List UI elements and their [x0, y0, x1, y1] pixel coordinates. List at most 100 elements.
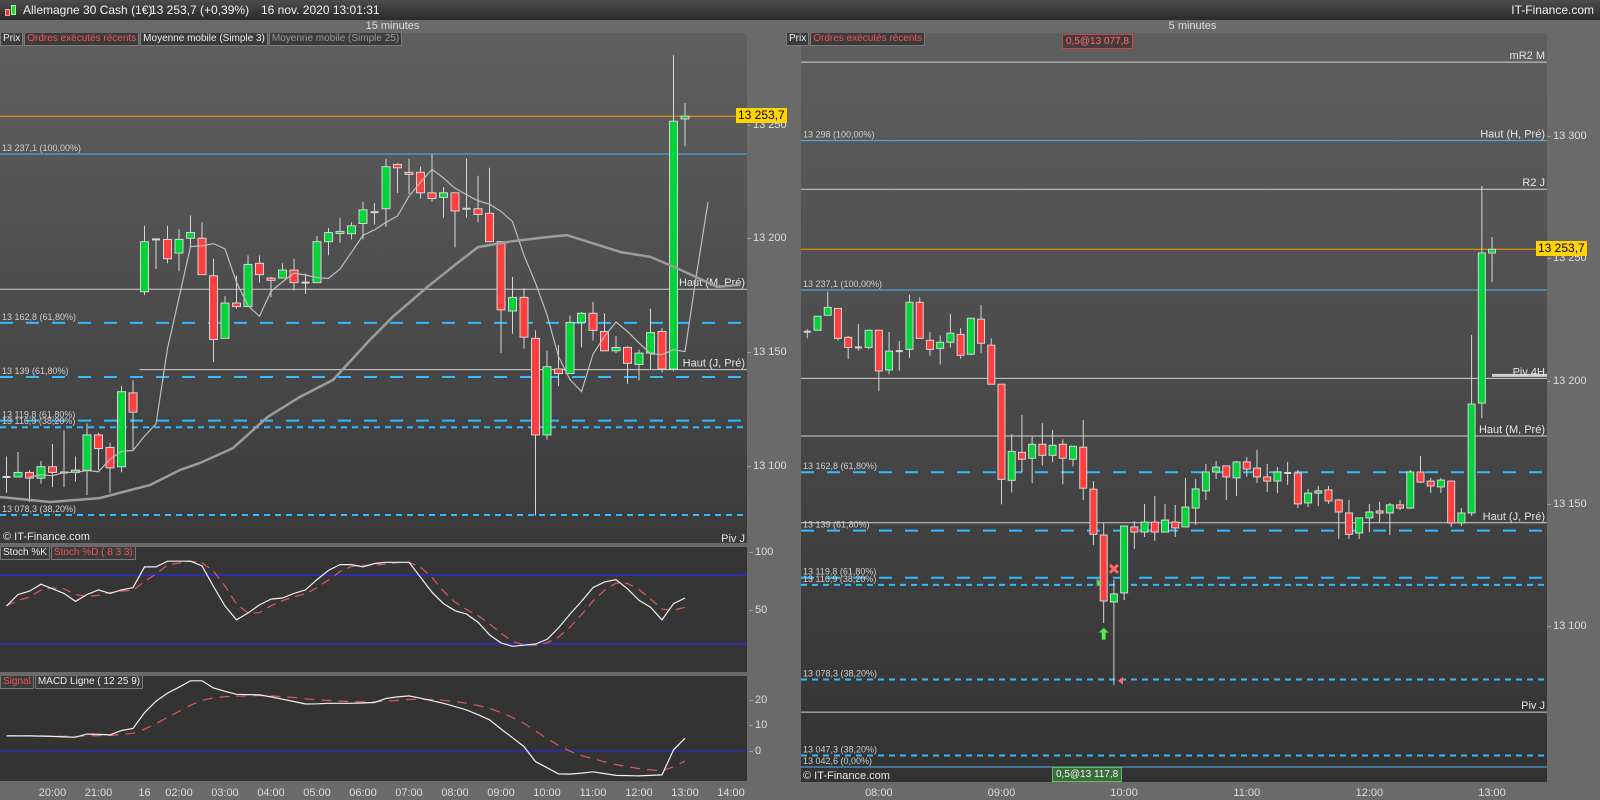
- candle: [1344, 499, 1353, 539]
- candle-body-up: [1385, 504, 1394, 514]
- legend-prix[interactable]: Prix: [0, 33, 24, 46]
- candle: [956, 328, 965, 359]
- candle: [71, 456, 80, 482]
- candlestick-app-icon: [4, 4, 18, 17]
- trade-exit-label[interactable]: 0,5@13 077,8: [1062, 34, 1133, 49]
- candle: [634, 349, 644, 381]
- candle: [565, 315, 575, 375]
- macd-canvas: [0, 680, 747, 777]
- candle: [1467, 334, 1476, 516]
- trade-entry-label[interactable]: 0,5@13 117,8: [1052, 767, 1123, 782]
- candle-body-up: [381, 166, 391, 210]
- candle: [577, 312, 586, 348]
- candle-body-down: [657, 330, 667, 370]
- candle: [531, 330, 540, 516]
- candle: [1375, 501, 1384, 523]
- candle: [197, 222, 207, 276]
- legend-stoch-d[interactable]: Stoch %D ( 8 3 3): [50, 547, 136, 560]
- legend-signal[interactable]: Signal: [0, 676, 34, 689]
- candle-body-up: [117, 391, 126, 468]
- candle: [519, 288, 529, 349]
- legend-recent-orders[interactable]: Ordres exécutés récents: [810, 33, 926, 46]
- candle-body-up: [1477, 252, 1486, 404]
- candle-body-down: [1324, 489, 1333, 502]
- legend-prix[interactable]: Prix: [786, 33, 810, 46]
- candle: [163, 225, 172, 264]
- level-label: 13 116,9 (38,20%): [803, 574, 876, 584]
- current-price-tag: 13 253,7: [1536, 241, 1587, 257]
- candle: [1069, 445, 1078, 467]
- candle-body-up: [82, 434, 92, 471]
- candle-body-down: [833, 307, 842, 339]
- level-label: 13 139 (61,80%): [803, 520, 870, 530]
- candle: [128, 380, 138, 450]
- candle: [36, 461, 46, 484]
- candle-body-down: [1099, 534, 1108, 602]
- candle: [874, 329, 883, 391]
- x-axis-label: 14:00: [717, 787, 745, 799]
- candle-body-down: [1038, 443, 1047, 456]
- y-axis-label: 13 200: [1553, 375, 1587, 387]
- candle-body-down: [450, 192, 460, 212]
- stochastic-panel[interactable]: Stoch %K Stoch %D ( 8 3 3): [0, 547, 747, 672]
- candle-body-up: [1304, 492, 1313, 504]
- candle-body-down: [1089, 488, 1098, 535]
- level-label: 13 116,9 (38,20%): [2, 416, 75, 426]
- level-label: Piv 4H: [1513, 366, 1545, 378]
- right-price-chart-canvas: mR2 M 13 298 (100,00%) Haut (H, Pré) R2 J 13…: [801, 50, 1547, 768]
- candle: [1488, 237, 1497, 282]
- stochastic-canvas: [0, 560, 747, 647]
- stoch-d-line: [6, 560, 686, 646]
- level-label: 13 162,8 (61,80%): [2, 312, 76, 322]
- candle-body-down: [997, 383, 1006, 480]
- candle: [1222, 465, 1231, 500]
- candle-body-up: [1161, 519, 1169, 533]
- candle-body-up: [1181, 506, 1190, 528]
- macd-panel[interactable]: Signal MACD Ligne ( 12 25 9): [0, 676, 747, 781]
- candle: [335, 217, 345, 243]
- candle-body-down: [915, 301, 924, 339]
- candle-body-up: [347, 225, 356, 235]
- candle-body-down: [1416, 471, 1425, 483]
- candle-body-down: [1426, 480, 1435, 487]
- candle-body-up: [646, 332, 655, 354]
- y-axis-tick: [1547, 381, 1551, 382]
- candle: [1079, 420, 1088, 501]
- right-timeframe-title: 5 minutes: [1168, 20, 1217, 32]
- candle-body-down: [1130, 526, 1139, 533]
- candle: [94, 432, 103, 471]
- candle: [1447, 480, 1456, 527]
- legend-stoch-k[interactable]: Stoch %K: [0, 547, 50, 560]
- left-price-chart[interactable]: 13 237,1 (100,00%) Haut (M, Pré) 13 162,8 …: [0, 33, 747, 543]
- quote-datetime: 16 nov. 2020 13:01:31: [261, 3, 380, 17]
- candle-body-up: [1007, 450, 1016, 481]
- candle-body-up: [140, 241, 149, 293]
- candle: [554, 345, 563, 387]
- candle-body-down: [956, 333, 965, 356]
- candle: [462, 158, 471, 218]
- candle-body-up: [823, 306, 832, 316]
- candle-body-up: [1273, 471, 1282, 482]
- candle: [844, 335, 853, 360]
- candle: [312, 236, 322, 284]
- x-axis-label: 13:00: [671, 787, 699, 799]
- y-axis-label: 20: [755, 693, 768, 706]
- candle: [1324, 485, 1333, 504]
- candle: [1028, 436, 1037, 484]
- level-label: 13 237,1 (100,00%): [803, 279, 882, 289]
- candle-body-up: [680, 115, 690, 120]
- legend-sma3[interactable]: Moyenne mobile (Simple 3): [140, 33, 268, 46]
- candle: [1120, 525, 1129, 601]
- legend-macd-line[interactable]: MACD Ligne ( 12 25 9): [34, 676, 144, 689]
- left-price-chart-canvas: 13 237,1 (100,00%)Haut (M, Pré)13 162,8 …: [0, 55, 747, 543]
- right-price-chart[interactable]: mR2 M 13 298 (100,00%) Haut (H, Pré) R2 J 13…: [801, 33, 1547, 782]
- candle: [1457, 508, 1466, 526]
- candle: [1273, 467, 1282, 494]
- x-axis-label: 05:00: [303, 787, 331, 799]
- y-axis-tick: [749, 609, 753, 611]
- candle-body-up: [1406, 471, 1415, 509]
- legend-recent-orders[interactable]: Ordres exécutés récents: [24, 33, 140, 46]
- candle-body-up: [611, 346, 621, 352]
- legend-sma25[interactable]: Moyenne mobile (Simple 25): [268, 33, 403, 46]
- x-axis-label: 06:00: [349, 787, 377, 799]
